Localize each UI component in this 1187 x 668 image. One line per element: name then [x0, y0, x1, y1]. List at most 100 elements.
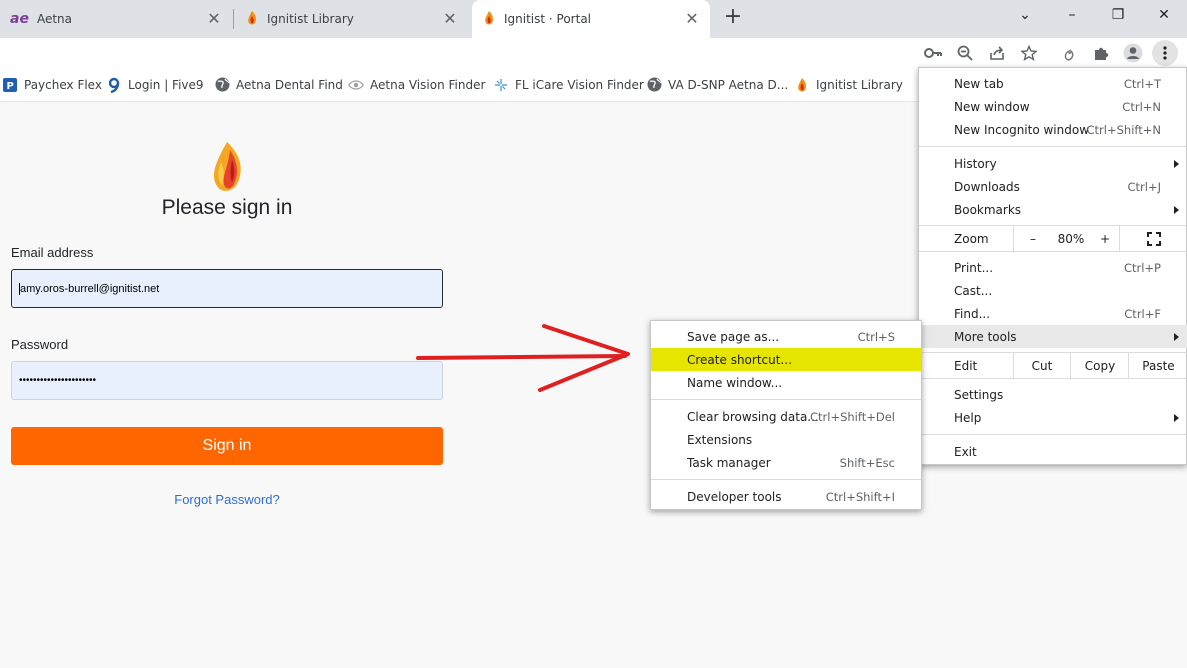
bookmark-fl-icare[interactable]: FL iCare Vision Finder [493, 68, 644, 101]
menu-shortcut: Ctrl+N [1122, 99, 1161, 114]
copy-button[interactable]: Copy [1070, 353, 1129, 378]
menu-shortcut: Ctrl+Shift+N [1086, 122, 1161, 137]
password-label: Password [11, 337, 69, 352]
puzzle-icon[interactable] [1088, 41, 1114, 65]
menu-item-history[interactable]: History [919, 152, 1187, 175]
menu-item-exit[interactable]: Exit [919, 440, 1187, 463]
bookmark-label: Paychex Flex [24, 77, 102, 92]
menu-divider [919, 378, 1187, 379]
menu-shortcut: Shift+Esc [839, 455, 895, 470]
submenu-item-extensions[interactable]: Extensions [651, 428, 921, 451]
menu-item-new-window[interactable]: New window Ctrl+N [919, 95, 1187, 118]
menu-shortcut: Ctrl+S [857, 329, 895, 344]
star-icon[interactable] [1016, 41, 1042, 65]
minimize-button[interactable]: – [1057, 4, 1087, 26]
bookmark-va-dsnp[interactable]: VA D-SNP Aetna D... [646, 68, 788, 101]
menu-label: History [954, 156, 997, 171]
menu-item-new-tab[interactable]: New tab Ctrl+T [919, 72, 1187, 95]
menu-item-downloads[interactable]: Downloads Ctrl+J [919, 175, 1187, 198]
tab-search-chevron-icon[interactable]: ⌄ [1010, 4, 1040, 26]
profile-icon[interactable] [1120, 41, 1146, 65]
menu-shortcut: Ctrl+F [1124, 306, 1161, 321]
tab-strip: ae Aetna ✕ Ignitist Library ✕ Ignitist ·… [0, 0, 1187, 38]
menu-divider [651, 399, 921, 400]
submenu-item-save-page[interactable]: Save page as... Ctrl+S [651, 325, 921, 348]
menu-item-print[interactable]: Print... Ctrl+P [919, 256, 1187, 279]
tab-title: Ignitist Library [267, 12, 354, 26]
menu-label: Cast... [954, 283, 993, 298]
tab-title: Aetna [36, 12, 72, 26]
menu-item-bookmarks[interactable]: Bookmarks [919, 198, 1187, 221]
menu-divider [919, 434, 1187, 435]
zoom-in-button[interactable]: + [1091, 226, 1119, 251]
page-title: Please sign in [161, 196, 293, 219]
menu-item-help[interactable]: Help [919, 406, 1187, 429]
close-icon[interactable]: ✕ [206, 11, 222, 27]
menu-divider [919, 251, 1187, 252]
menu-label: Exit [954, 444, 977, 459]
menu-item-find[interactable]: Find... Ctrl+F [919, 302, 1187, 325]
submenu-item-developer-tools[interactable]: Developer tools Ctrl+Shift+I [651, 485, 921, 508]
chevron-right-icon [1174, 159, 1179, 168]
globe-icon [646, 77, 662, 93]
zoom-row: Zoom – 80% + [919, 226, 1187, 251]
password-value: •••••••••••••••••••••• [19, 375, 97, 386]
five9-icon [106, 77, 122, 93]
bookmark-aetna-vision[interactable]: Aetna Vision Finder [348, 68, 485, 101]
share-icon[interactable] [984, 41, 1010, 65]
menu-label: Task manager [687, 455, 771, 470]
tab-ignitist-library[interactable]: Ignitist Library ✕ [235, 0, 468, 38]
new-tab-button[interactable]: + [721, 6, 745, 30]
sign-in-button[interactable]: Sign in [11, 427, 443, 465]
paste-button[interactable]: Paste [1128, 353, 1187, 378]
sparkle-icon [493, 77, 509, 93]
bookmark-label: Aetna Vision Finder [370, 77, 486, 92]
zoom-label: Zoom [954, 231, 989, 246]
close-icon[interactable]: ✕ [684, 11, 700, 27]
chevron-right-icon [1174, 332, 1179, 341]
cut-button[interactable]: Cut [1013, 353, 1070, 378]
submenu-item-clear-browsing[interactable]: Clear browsing data... Ctrl+Shift+Del [651, 405, 921, 428]
email-field[interactable]: amy.oros-burrell@ignitist.net [11, 269, 443, 308]
chrome-main-menu: New tab Ctrl+T New window Ctrl+N New Inc… [918, 67, 1187, 465]
bookmark-five9[interactable]: Login | Five9 [106, 68, 204, 101]
menu-label: Help [954, 410, 982, 425]
fullscreen-icon[interactable] [1119, 226, 1187, 251]
eye-icon [348, 77, 364, 93]
tab-aetna[interactable]: ae Aetna ✕ [0, 0, 232, 38]
edit-row: Edit Cut Copy Paste [919, 353, 1187, 378]
submenu-item-name-window[interactable]: Name window... [651, 371, 921, 394]
zoom-icon[interactable] [952, 41, 978, 65]
restore-button[interactable]: ❐ [1103, 4, 1133, 26]
menu-label: Developer tools [687, 489, 782, 504]
bookmark-label: Ignitist Library [816, 77, 903, 92]
zoom-out-button[interactable]: – [1013, 226, 1052, 251]
key-icon[interactable] [920, 41, 946, 65]
window-close-button[interactable]: ✕ [1149, 4, 1179, 26]
bookmark-ignitist-library[interactable]: Ignitist Library [794, 68, 903, 101]
forgot-password-link[interactable]: Forgot Password? [130, 492, 324, 507]
close-icon[interactable]: ✕ [442, 11, 458, 27]
kebab-menu-icon[interactable] [1152, 40, 1178, 66]
bookmark-aetna-dental[interactable]: Aetna Dental Find [214, 68, 343, 101]
menu-shortcut: Ctrl+Shift+I [825, 489, 895, 504]
flame-icon [482, 10, 496, 29]
tab-ignitist-portal[interactable]: Ignitist · Portal ✕ [472, 0, 710, 38]
red-arrow-annotation [410, 318, 635, 401]
menu-label: Create shortcut... [687, 352, 792, 367]
menu-item-cast[interactable]: Cast... [919, 279, 1187, 302]
menu-label: Name window... [687, 375, 783, 390]
edit-label: Edit [954, 358, 978, 373]
tab-separator [233, 9, 234, 29]
submenu-item-task-manager[interactable]: Task manager Shift+Esc [651, 451, 921, 474]
paychex-icon: P [2, 77, 18, 93]
submenu-item-create-shortcut[interactable]: Create shortcut... [651, 348, 921, 371]
menu-item-more-tools[interactable]: More tools [919, 325, 1187, 348]
tab-title: Ignitist · Portal [504, 12, 592, 26]
menu-item-settings[interactable]: Settings [919, 383, 1187, 406]
menu-item-new-incognito[interactable]: New Incognito window Ctrl+Shift+N [919, 118, 1187, 141]
menu-label: Extensions [687, 432, 753, 447]
extension-flame-icon[interactable] [1056, 41, 1082, 65]
bookmark-paychex[interactable]: P Paychex Flex [2, 68, 102, 101]
password-field[interactable]: •••••••••••••••••••••• [11, 361, 443, 400]
